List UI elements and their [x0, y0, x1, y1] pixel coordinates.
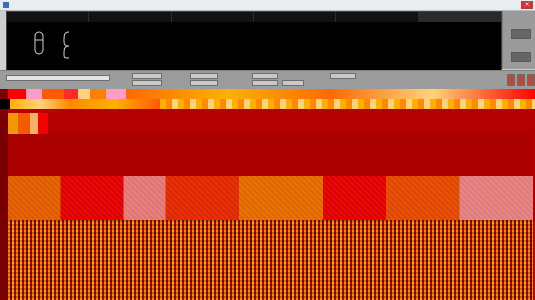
palette-icon[interactable]: [517, 74, 525, 86]
canvas-top-left-region: [8, 113, 48, 135]
swatch[interactable]: [90, 89, 106, 99]
value-7[interactable]: [282, 80, 304, 86]
tab-1[interactable]: [7, 12, 90, 22]
value-8[interactable]: [330, 73, 356, 79]
gradient-strip: [0, 99, 535, 109]
parameter-controls: [0, 70, 535, 90]
tab-3[interactable]: [172, 12, 254, 22]
tab-6[interactable]: [418, 12, 501, 22]
value-2[interactable]: [132, 80, 162, 86]
main-canvas[interactable]: [0, 109, 535, 300]
swatch[interactable]: [78, 89, 90, 99]
swatch[interactable]: [64, 89, 78, 99]
value-6[interactable]: [252, 80, 278, 86]
swatch[interactable]: [126, 89, 535, 99]
red-band: [8, 134, 533, 176]
app-icon: [3, 2, 9, 8]
strip-seg: [70, 99, 160, 109]
color-swatches: [0, 89, 535, 99]
strip-seg: [10, 99, 70, 109]
preview-tabs: [7, 12, 501, 22]
swatch[interactable]: [26, 89, 42, 99]
value-4[interactable]: [190, 80, 218, 86]
strip-seg: [0, 99, 10, 109]
swatch[interactable]: [0, 89, 8, 99]
preview-panel: [6, 11, 502, 71]
value-3[interactable]: [190, 73, 218, 79]
app-window: ×: [0, 0, 535, 300]
strip-seg: [160, 99, 535, 109]
capsule-icon: [33, 26, 45, 60]
noise-band: [8, 176, 533, 220]
right-field-1[interactable]: [511, 29, 531, 39]
close-button[interactable]: ×: [521, 1, 533, 9]
palette-icon[interactable]: [507, 74, 515, 86]
bracket-icon: [60, 26, 72, 60]
swatch[interactable]: [106, 89, 126, 99]
name-input[interactable]: [6, 75, 110, 81]
tab-5[interactable]: [336, 12, 419, 22]
title-bar: ×: [0, 0, 535, 11]
value-1[interactable]: [132, 73, 162, 79]
right-field-2[interactable]: [511, 52, 531, 62]
canvas-left-gutter: [0, 109, 8, 300]
checker-band: [8, 220, 533, 300]
right-toolbar: [507, 74, 535, 86]
swatch[interactable]: [8, 89, 26, 99]
value-5[interactable]: [252, 73, 278, 79]
right-settings-panel: [502, 11, 535, 69]
tab-2[interactable]: [89, 12, 172, 22]
palette-icon[interactable]: [527, 74, 535, 86]
swatch[interactable]: [42, 89, 64, 99]
tab-4[interactable]: [254, 12, 337, 22]
